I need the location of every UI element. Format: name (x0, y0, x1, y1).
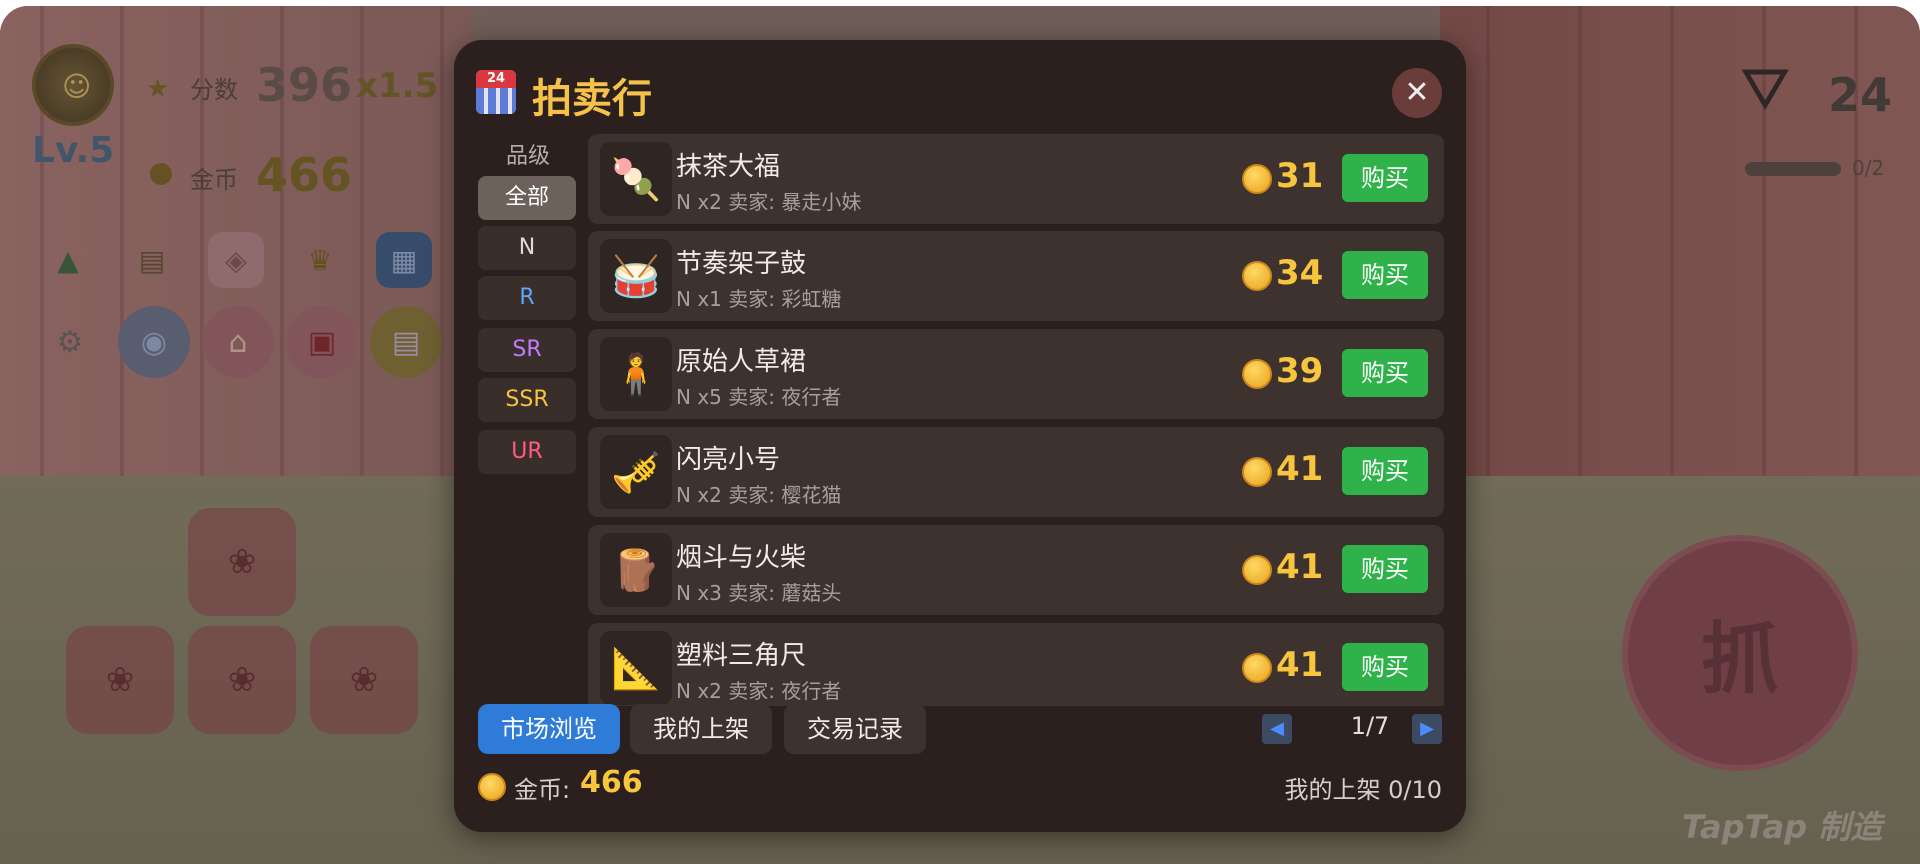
page-indicator: 1/7 (1350, 712, 1390, 740)
item-name: 原始人草裙 (676, 347, 807, 377)
item-name: 抹茶大福 (676, 152, 781, 182)
listing-row[interactable]: 🎺 闪亮小号 N x2 卖家: 樱花猫 41 购买 (588, 427, 1444, 517)
caveman-grass-skirt-icon: 🧍 (600, 337, 672, 411)
rarity-filter-heading: 品级 (505, 144, 550, 169)
item-name: 闪亮小号 (676, 445, 781, 475)
listing-row[interactable]: 📐 塑料三角尺 N x2 卖家: 夜行者 41 购买 (588, 623, 1444, 706)
triangle-ruler-icon: 📐 (600, 631, 672, 705)
pipe-and-match-icon: 🪵 (600, 533, 672, 607)
auction-calendar-icon: 24 (476, 70, 516, 114)
item-price: 41 (1276, 645, 1324, 685)
item-price: 31 (1276, 156, 1324, 196)
item-name: 塑料三角尺 (676, 641, 807, 671)
listing-list[interactable]: 🍡 抹茶大福 N x2 卖家: 暴走小妹 31 购买 🥁 节奏架子鼓 N x1 卖家: 彩虹糖… (588, 134, 1444, 706)
coin-icon (1242, 164, 1272, 194)
auction-house-dialog: 24 拍卖行 ✕ 品级 🍡 抹茶大福 N x2 卖家: 暴走小妹 31 购买 🥁 节奏架子鼓… (454, 40, 1466, 832)
buy-button[interactable]: 购买 (1342, 545, 1428, 593)
item-meta: N x1 卖家: 彩虹糖 (676, 287, 842, 311)
matcha-daifuku-icon: 🍡 (600, 142, 672, 216)
coin-icon (1242, 359, 1272, 389)
coin-icon (478, 773, 506, 801)
my-listings-count: 我的上架 0/10 (1284, 776, 1442, 804)
coin-icon (1242, 555, 1272, 585)
item-meta: N x5 卖家: 夜行者 (676, 385, 842, 409)
close-button[interactable]: ✕ (1392, 68, 1442, 118)
trumpet-icon: 🎺 (600, 435, 672, 509)
listing-row[interactable]: 🧍 原始人草裙 N x5 卖家: 夜行者 39 购买 (588, 329, 1444, 419)
filter-sr[interactable]: SR (478, 328, 576, 372)
item-meta: N x2 卖家: 暴走小妹 (676, 190, 862, 214)
item-meta: N x2 卖家: 夜行者 (676, 679, 842, 703)
filter-all[interactable]: 全部 (478, 176, 576, 220)
calendar-badge: 24 (476, 70, 516, 88)
tab-market-browse[interactable]: 市场浏览 (478, 704, 620, 754)
item-price: 39 (1276, 351, 1324, 391)
filter-r[interactable]: R (478, 276, 576, 320)
footer-coin-label: 金币: (514, 776, 571, 804)
filter-n[interactable]: N (478, 226, 576, 270)
listing-row[interactable]: 🍡 抹茶大福 N x2 卖家: 暴走小妹 31 购买 (588, 134, 1444, 224)
buy-button[interactable]: 购买 (1342, 349, 1428, 397)
filter-ssr[interactable]: SSR (478, 378, 576, 422)
item-name: 烟斗与火柴 (676, 543, 807, 573)
prev-page-button[interactable]: ◀ (1262, 714, 1292, 744)
buy-button[interactable]: 购买 (1342, 154, 1428, 202)
buy-button[interactable]: 购买 (1342, 643, 1428, 691)
footer-coin-value: 466 (580, 765, 643, 800)
item-price: 41 (1276, 449, 1324, 489)
tab-trade-history[interactable]: 交易记录 (784, 704, 926, 754)
item-meta: N x2 卖家: 樱花猫 (676, 483, 842, 507)
filter-ur[interactable]: UR (478, 430, 576, 474)
coin-icon (1242, 653, 1272, 683)
next-page-button[interactable]: ▶ (1412, 714, 1442, 744)
drum-kit-icon: 🥁 (600, 239, 672, 313)
item-price: 34 (1276, 253, 1324, 293)
buy-button[interactable]: 购买 (1342, 447, 1428, 495)
buy-button[interactable]: 购买 (1342, 251, 1428, 299)
dialog-title: 拍卖行 (532, 76, 652, 122)
coin-icon (1242, 457, 1272, 487)
listing-row[interactable]: 🥁 节奏架子鼓 N x1 卖家: 彩虹糖 34 购买 (588, 231, 1444, 321)
item-price: 41 (1276, 547, 1324, 587)
listing-row[interactable]: 🪵 烟斗与火柴 N x3 卖家: 蘑菇头 41 购买 (588, 525, 1444, 615)
item-meta: N x3 卖家: 蘑菇头 (676, 581, 842, 605)
item-name: 节奏架子鼓 (676, 249, 807, 279)
tab-my-listings[interactable]: 我的上架 (630, 704, 772, 754)
coin-icon (1242, 261, 1272, 291)
